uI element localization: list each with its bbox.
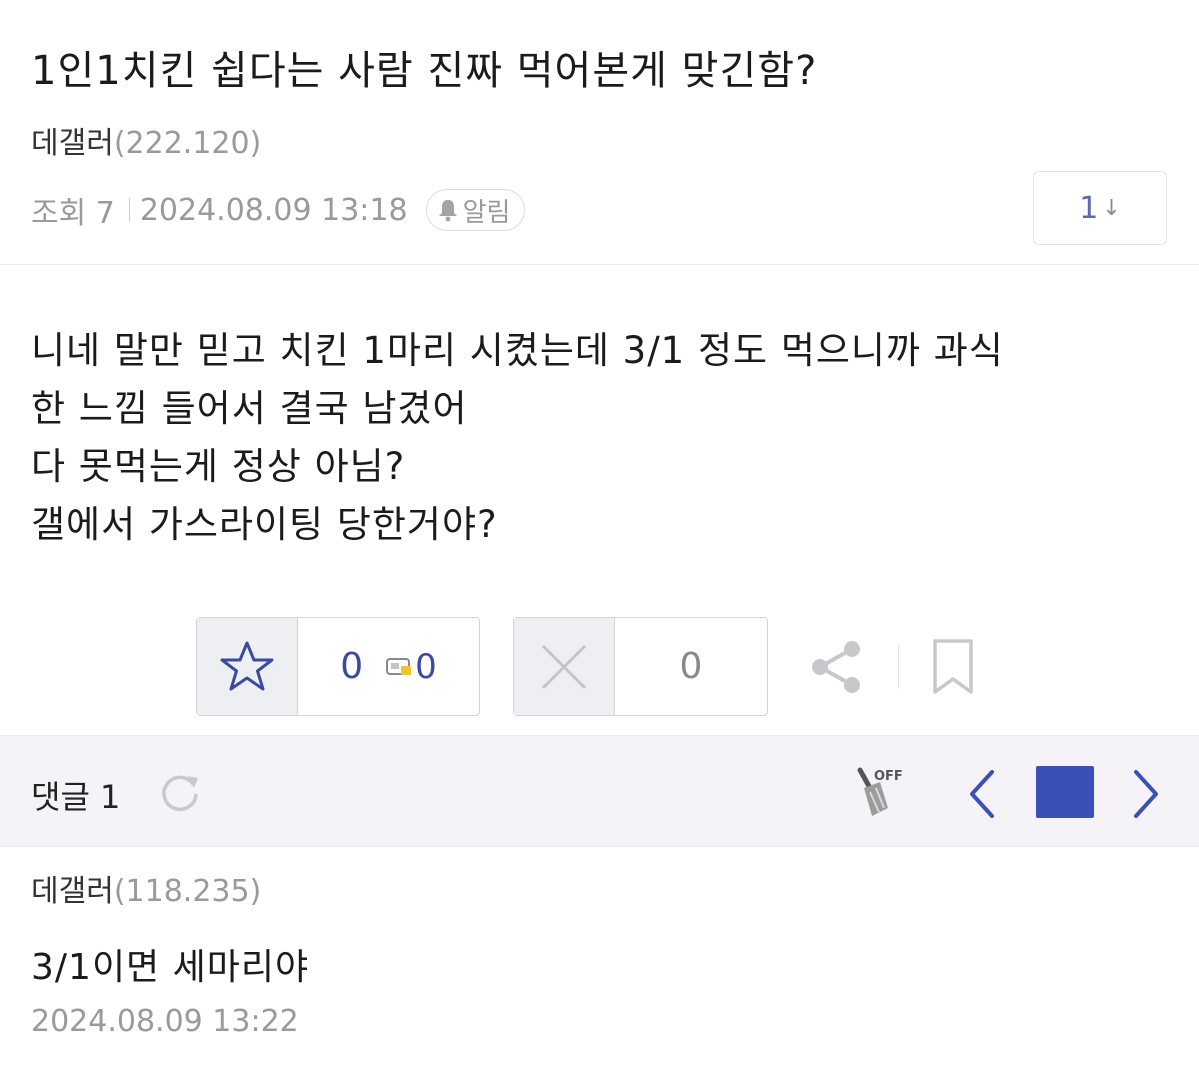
fixed-recommend-count: 0 bbox=[415, 646, 437, 687]
comment-text: 3/1이면 세마리야 bbox=[31, 947, 310, 988]
nonrecommend-count: 0 bbox=[679, 646, 703, 687]
recommend-count: 0 bbox=[340, 646, 364, 687]
nonrecommend-group: 0 bbox=[513, 617, 768, 716]
reply-jump-count: 1 bbox=[1079, 190, 1099, 226]
alarm-label: 알림 bbox=[462, 197, 511, 228]
bookmark-icon[interactable] bbox=[928, 636, 978, 698]
jump-to-comments-button[interactable]: 1 ↓ bbox=[1033, 171, 1167, 245]
comment-date: 2024.08.09 13:22 bbox=[31, 1004, 299, 1039]
body-line: 다 못먹는게 정상 아님? bbox=[31, 445, 406, 488]
view-count: 조회 7 bbox=[31, 196, 115, 231]
bell-icon bbox=[438, 200, 457, 222]
star-outline-icon bbox=[220, 641, 274, 690]
recommend-group: 0 0 bbox=[196, 617, 480, 716]
comment-page-button[interactable] bbox=[1036, 766, 1094, 818]
fixed-recommend-icon bbox=[386, 657, 412, 675]
nonrecommend-values: 0 bbox=[615, 618, 767, 715]
chevron-right-icon[interactable] bbox=[1126, 766, 1166, 822]
alarm-button[interactable]: 알림 bbox=[425, 189, 526, 231]
comment-author-name[interactable]: 데갤러 bbox=[31, 874, 114, 909]
action-separator bbox=[898, 645, 899, 689]
broom-off-label: OFF bbox=[874, 769, 903, 784]
down-arrow-icon: ↓ bbox=[1102, 195, 1121, 221]
recommend-values: 0 0 bbox=[298, 618, 479, 715]
broom-off-icon[interactable]: OFF bbox=[850, 764, 908, 824]
fixed-recommend: 0 bbox=[385, 647, 437, 687]
meta-separator bbox=[128, 198, 130, 222]
post-body: 니네 말만 믿고 치킨 1마리 시켰는데 3/1 정도 먹으니까 과식 한 느낌… bbox=[31, 322, 1004, 554]
post-title: 1인1치킨 쉽다는 사람 진짜 먹어본게 맞긴함? bbox=[31, 48, 818, 94]
post-meta: 조회 7 2024.08.09 13:18 알림 bbox=[31, 188, 526, 232]
body-line: 한 느낌 들어서 결국 남겼어 bbox=[31, 387, 468, 430]
nonrecommend-button[interactable] bbox=[514, 618, 615, 715]
author-name[interactable]: 데갤러 bbox=[31, 126, 114, 161]
author-ip: (222.120) bbox=[113, 126, 262, 161]
post-author[interactable]: 데갤러(222.120) bbox=[31, 118, 261, 162]
share-icon[interactable] bbox=[806, 636, 868, 698]
recommend-button[interactable] bbox=[197, 618, 298, 715]
x-icon bbox=[541, 644, 587, 689]
comment-author-ip: (118.235) bbox=[113, 874, 262, 909]
header-divider bbox=[0, 264, 1199, 265]
comment-count-label: 댓글 1 bbox=[31, 778, 121, 816]
body-line: 니네 말만 믿고 치킨 1마리 시켰는데 3/1 정도 먹으니까 과식 bbox=[31, 329, 1004, 372]
chevron-left-icon[interactable] bbox=[962, 766, 1002, 822]
post-date: 2024.08.09 13:18 bbox=[139, 192, 408, 228]
refresh-icon[interactable] bbox=[158, 770, 202, 814]
comment-author[interactable]: 데갤러(118.235) bbox=[31, 866, 261, 910]
body-line: 갤에서 가스라이팅 당한거야? bbox=[31, 503, 498, 546]
